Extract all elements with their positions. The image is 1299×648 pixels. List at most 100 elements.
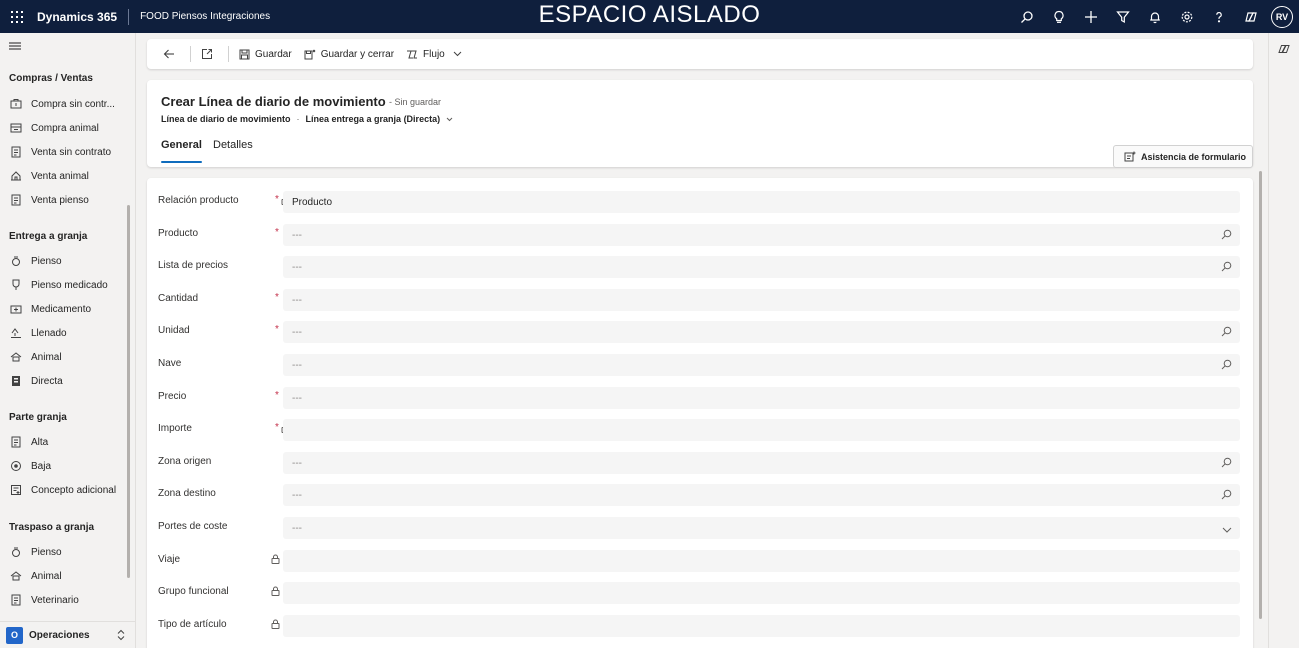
chevron-down-icon[interactable]: [1222, 525, 1232, 536]
flow-button[interactable]: Flujo: [400, 39, 468, 69]
lookup-search-icon[interactable]: [1221, 229, 1232, 243]
field-input[interactable]: ---: [283, 387, 1240, 409]
area-switcher[interactable]: O Operaciones: [0, 621, 135, 648]
field-input[interactable]: ---: [283, 256, 1240, 278]
open-new-window-button[interactable]: [195, 39, 224, 69]
field-input[interactable]: [283, 582, 1240, 604]
field-label: Importe: [158, 423, 192, 434]
lookup-search-icon[interactable]: [1221, 261, 1232, 275]
sidebar-item-directa[interactable]: Directa: [0, 370, 134, 392]
plus-icon[interactable]: [1075, 0, 1107, 33]
filter-icon[interactable]: [1107, 0, 1139, 33]
flow-label: Flujo: [423, 48, 445, 60]
lookup-search-icon[interactable]: [1221, 326, 1232, 340]
field-input[interactable]: [283, 419, 1240, 441]
sidebar-item-entrega-animal[interactable]: Animal: [0, 346, 134, 368]
form-row: Precio * ---: [147, 387, 1253, 409]
sidebar-item-medicamento[interactable]: Medicamento: [0, 298, 134, 320]
form-row: Importe *: [147, 419, 1253, 441]
field-input[interactable]: Producto: [283, 191, 1240, 213]
command-divider: [228, 46, 229, 62]
app-name[interactable]: Dynamics 365: [37, 10, 117, 24]
field-input[interactable]: ---: [283, 517, 1240, 539]
sidebar-item-concepto-adicional[interactable]: Concepto adicional: [0, 479, 134, 501]
bell-icon[interactable]: [1139, 0, 1171, 33]
topbar-actions: RV: [1011, 0, 1293, 33]
feed-sale-icon: [11, 194, 21, 206]
field-label: Portes de coste: [158, 521, 228, 532]
sidebar-item-traspaso-pienso[interactable]: Pienso: [0, 541, 134, 563]
sidebar-item-venta-pienso[interactable]: Venta pienso: [0, 189, 134, 211]
sidebar-item-llenado[interactable]: Llenado: [0, 322, 134, 344]
field-label: Unidad: [158, 325, 190, 336]
sidebar-item-compra-animal[interactable]: Compra animal: [0, 117, 134, 139]
field-value: ---: [292, 229, 302, 241]
form-row: Cantidad * ---: [147, 289, 1253, 311]
sidebar-item-traspaso-animal[interactable]: Animal: [0, 565, 134, 587]
field-input[interactable]: ---: [283, 354, 1240, 376]
sidebar-scrollbar[interactable]: [127, 205, 130, 578]
lookup-search-icon[interactable]: [1221, 489, 1232, 503]
tab-detalles[interactable]: Detalles: [213, 139, 253, 163]
command-bar: Guardar Guardar y cerrar Flujo: [147, 39, 1253, 69]
sidebar-item-label: Veterinario: [31, 594, 79, 606]
tab-general[interactable]: General: [161, 139, 202, 163]
sidebar-item-alta[interactable]: Alta: [0, 431, 134, 453]
sidebar-item-veterinario[interactable]: Veterinario: [0, 589, 134, 611]
field-label: Grupo funcional: [158, 586, 229, 597]
search-icon[interactable]: [1011, 0, 1043, 33]
field-input[interactable]: ---: [283, 452, 1240, 474]
sidebar-item-label: Baja: [31, 460, 52, 472]
sidebar-item-baja[interactable]: Baja: [0, 455, 134, 477]
app-launcher-icon[interactable]: [0, 0, 33, 33]
save-and-close-button[interactable]: Guardar y cerrar: [298, 39, 400, 69]
form-row: Lista de precios ---: [147, 256, 1253, 278]
lookup-search-icon[interactable]: [1221, 457, 1232, 471]
breadcrumb-separator: ·: [296, 114, 300, 124]
field-input[interactable]: ---: [283, 321, 1240, 343]
save-status: - Sin guardar: [389, 97, 442, 107]
copilot-icon[interactable]: [1278, 43, 1290, 58]
lock-icon: [271, 554, 280, 567]
sidebar-item-compra-sin-contrato[interactable]: Compra sin contr...: [0, 93, 134, 115]
environment-name[interactable]: FOOD Piensos Integraciones: [140, 11, 270, 22]
sidebar-item-entrega-pienso[interactable]: Pienso: [0, 250, 134, 272]
gear-icon[interactable]: [1171, 0, 1203, 33]
sidebar-item-pienso-medicado[interactable]: Pienso medicado: [0, 274, 134, 296]
form-row: Nave ---: [147, 354, 1253, 376]
back-button[interactable]: [157, 39, 186, 69]
breadcrumb: Línea de diario de movimiento · Línea en…: [161, 114, 453, 124]
registration-icon: [11, 436, 21, 448]
field-input[interactable]: [283, 615, 1240, 637]
field-input[interactable]: [283, 550, 1240, 572]
form-row: Relación producto * Producto: [147, 191, 1253, 213]
sale-icon: [11, 146, 21, 158]
sidebar-group-title: Traspaso a granja: [9, 522, 95, 533]
form-row: Viaje: [147, 550, 1253, 572]
field-input[interactable]: ---: [283, 484, 1240, 506]
form-row: Unidad * ---: [147, 321, 1253, 343]
lookup-search-icon[interactable]: [1221, 359, 1232, 373]
field-label: Precio: [158, 391, 187, 402]
sidebar-group-title: Entrega a granja: [9, 231, 88, 242]
field-value: ---: [292, 261, 302, 273]
field-input[interactable]: ---: [283, 289, 1240, 311]
field-value: ---: [292, 294, 302, 306]
field-input[interactable]: ---: [283, 224, 1240, 246]
sidebar-item-venta-sin-contrato[interactable]: Venta sin contrato: [0, 141, 134, 163]
help-icon[interactable]: [1203, 0, 1235, 33]
form-assist-button[interactable]: Asistencia de formulario: [1113, 145, 1253, 168]
open-new-window-icon: [202, 49, 212, 59]
required-indicator: *: [275, 422, 279, 433]
sidebar-item-label: Directa: [31, 375, 63, 387]
user-avatar[interactable]: RV: [1271, 5, 1293, 28]
hamburger-menu-icon[interactable]: [9, 41, 21, 54]
lightbulb-icon[interactable]: [1043, 0, 1075, 33]
main-scrollbar[interactable]: [1259, 171, 1262, 619]
sidebar-item-label: Pienso medicado: [31, 279, 108, 291]
field-value: ---: [292, 392, 302, 404]
form-selector[interactable]: Línea entrega a granja (Directa): [306, 114, 453, 124]
sidebar-item-venta-animal[interactable]: Venta animal: [0, 165, 134, 187]
save-button[interactable]: Guardar: [233, 39, 298, 69]
copilot-icon[interactable]: [1235, 0, 1267, 33]
